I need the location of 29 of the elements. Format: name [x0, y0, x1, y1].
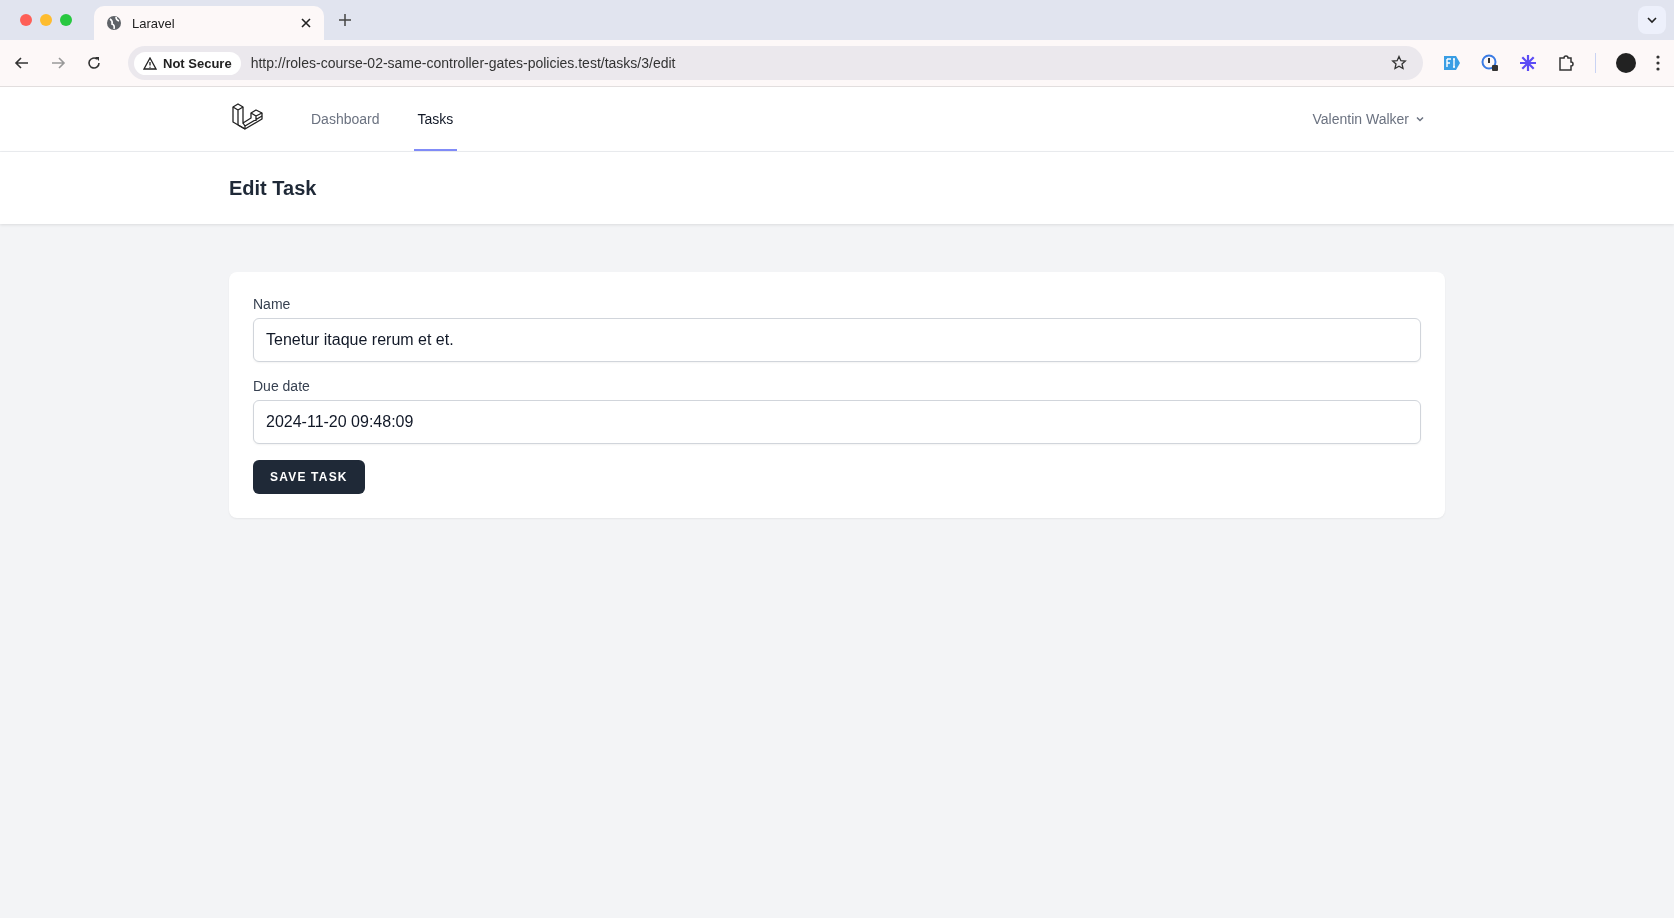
chevron-down-icon [1415, 114, 1425, 124]
page-title: Edit Task [229, 176, 318, 200]
address-bar[interactable]: Not Secure http://roles-course-02-same-controller-gates-policies.test/tasks/3/edit [128, 46, 1423, 80]
profile-avatar[interactable] [1616, 53, 1636, 73]
puzzle-icon[interactable] [1557, 54, 1575, 72]
warning-icon [143, 56, 157, 70]
extension-icon[interactable] [1519, 54, 1537, 72]
field-label: Due date [253, 378, 311, 394]
back-icon[interactable] [14, 55, 30, 71]
url-text: http://roles-course-02-same-controller-gates-policies.test/tasks/3/edit [250, 55, 677, 71]
input-field[interactable]: 2024-11-20 09:48:09 [253, 400, 1421, 444]
globe-icon [106, 15, 122, 31]
user-menu-button[interactable]: Valentin Walker [1308, 107, 1429, 131]
save-button[interactable]: SAVE TASK [253, 460, 365, 494]
menu-icon[interactable] [1656, 55, 1660, 71]
reload-icon[interactable] [86, 55, 102, 71]
input-field[interactable]: Tenetur itaque rerum et et. [253, 318, 1421, 362]
browser-tab[interactable]: Laravel [94, 6, 324, 40]
close-icon[interactable] [300, 17, 312, 29]
new-tab-icon[interactable] [338, 13, 352, 27]
bookmark-star-icon[interactable] [1391, 55, 1407, 71]
field-label: Name [253, 296, 292, 312]
tab-title: Laravel [132, 15, 176, 31]
forward-icon[interactable] [50, 55, 66, 71]
nav-link[interactable]: Dashboard [307, 89, 384, 151]
chevron-down-icon [1646, 14, 1658, 26]
security-chip[interactable]: Not Secure [134, 51, 241, 75]
tab-list-button[interactable] [1638, 6, 1666, 34]
extension-icon[interactable] [1481, 54, 1499, 72]
